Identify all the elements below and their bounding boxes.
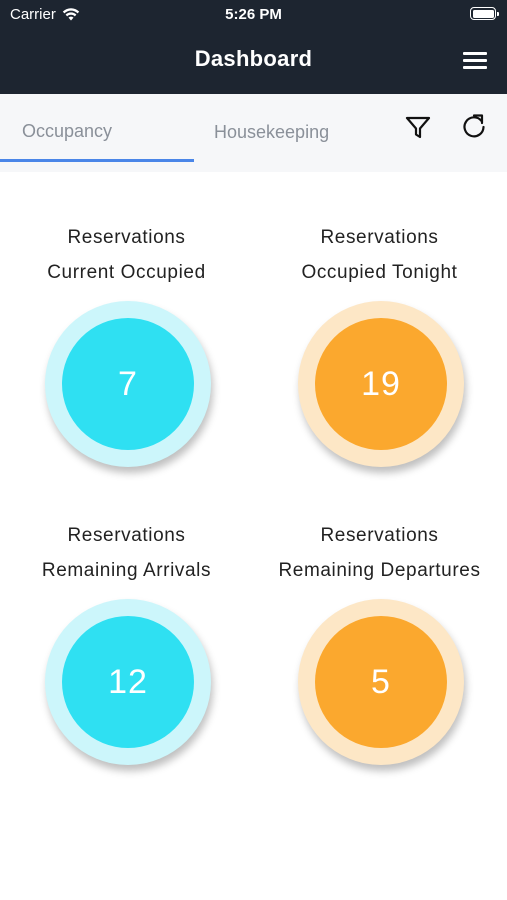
tab-housekeeping[interactable]: Housekeeping (194, 94, 358, 162)
card-label-line2: Occupied Tonight (301, 262, 458, 283)
count-circle[interactable]: 12 (45, 599, 211, 765)
count-value: 19 (315, 318, 447, 450)
card-label-line2: Current Occupied (47, 262, 206, 283)
count-value: 7 (62, 318, 194, 450)
stat-card-remaining-departures: Reservations Remaining Departures 5 (253, 525, 506, 815)
stat-card-current-occupied: Reservations Current Occupied 7 (0, 227, 253, 517)
count-circle[interactable]: 5 (298, 599, 464, 765)
card-label-line1: Reservations (67, 227, 186, 248)
filter-icon[interactable] (403, 112, 433, 142)
status-time: 5:26 PM (225, 6, 282, 23)
card-label-line2: Remaining Arrivals (41, 560, 212, 581)
count-value: 12 (62, 616, 194, 748)
app-header: Carrier 5:26 PM Dashboard (0, 0, 507, 94)
count-circle[interactable]: 7 (45, 301, 211, 467)
card-label-line1: Reservations (320, 227, 439, 248)
battery-level (472, 9, 494, 18)
battery-icon (470, 7, 499, 20)
stat-card-remaining-arrivals: Reservations Remaining Arrivals 12 (0, 525, 253, 815)
card-label-line1: Reservations (67, 525, 186, 546)
count-circle[interactable]: 19 (298, 301, 464, 467)
stat-card-occupied-tonight: Reservations Occupied Tonight 19 (253, 227, 506, 517)
refresh-icon[interactable] (459, 112, 489, 142)
card-label-line2: Remaining Departures (278, 560, 481, 581)
tab-active-indicator (0, 159, 194, 162)
card-label-line1: Reservations (320, 525, 439, 546)
menu-line (463, 52, 487, 55)
menu-line (463, 66, 487, 69)
tab-occupancy[interactable]: Occupancy (0, 94, 194, 162)
menu-line (463, 59, 487, 62)
page-title: Dashboard (194, 46, 313, 71)
status-bar: Carrier 5:26 PM (0, 0, 507, 30)
count-value: 5 (315, 616, 447, 748)
hamburger-menu-icon[interactable] (463, 50, 487, 70)
tab-bar: Occupancy Housekeeping (0, 94, 507, 172)
